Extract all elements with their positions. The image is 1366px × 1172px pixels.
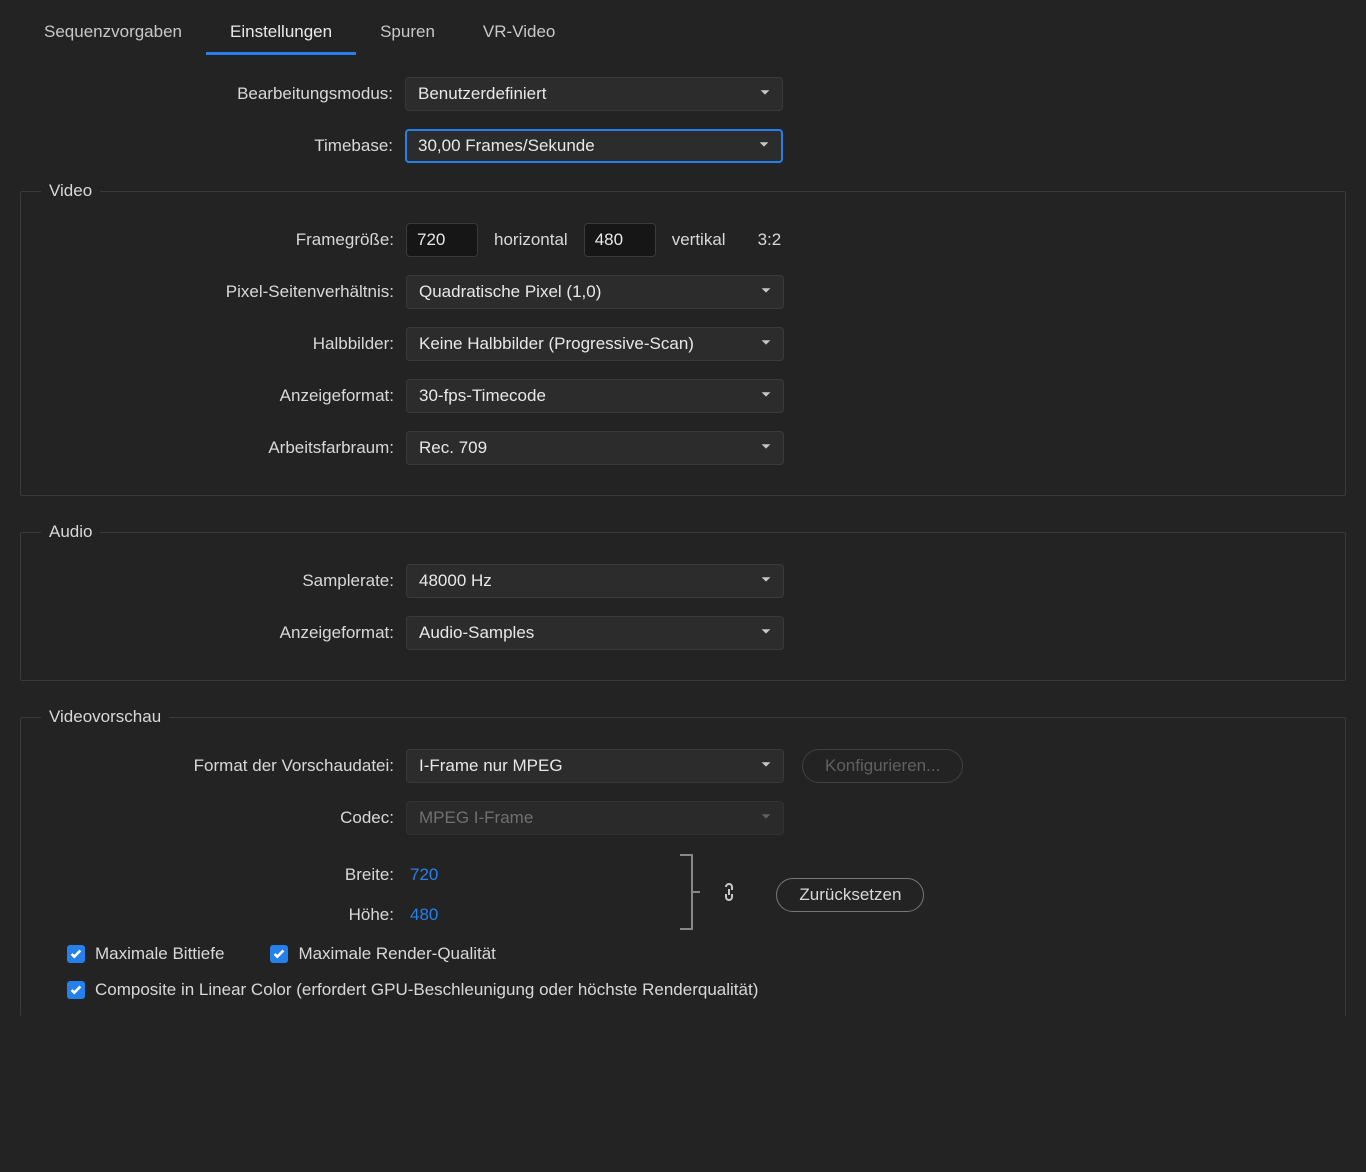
- preview-height-value[interactable]: 480: [410, 905, 438, 925]
- frame-height-input[interactable]: [584, 223, 656, 257]
- video-display-select[interactable]: 30-fps-Timecode: [406, 379, 784, 413]
- timebase-label: Timebase:: [20, 136, 405, 156]
- colorspace-value: Rec. 709: [419, 438, 487, 458]
- horizontal-text: horizontal: [494, 230, 568, 250]
- tab-bar: Sequenzvorgaben Einstellungen Spuren VR-…: [20, 12, 1346, 55]
- audio-legend: Audio: [41, 522, 100, 542]
- chevron-down-icon: [759, 571, 773, 591]
- bitdepth-label: Maximale Bittiefe: [95, 944, 224, 964]
- tab-einstellungen[interactable]: Einstellungen: [206, 12, 356, 55]
- timebase-value: 30,00 Frames/Sekunde: [418, 136, 595, 156]
- framesize-label: Framegröße:: [21, 230, 406, 250]
- video-legend: Video: [41, 181, 100, 201]
- fields-value: Keine Halbbilder (Progressive-Scan): [419, 334, 694, 354]
- editing-mode-select[interactable]: Benutzerdefiniert: [405, 77, 783, 111]
- colorspace-select[interactable]: Rec. 709: [406, 431, 784, 465]
- tab-vr-video[interactable]: VR-Video: [459, 12, 579, 55]
- timebase-select[interactable]: 30,00 Frames/Sekunde: [405, 129, 783, 163]
- preview-format-label: Format der Vorschaudatei:: [21, 756, 406, 776]
- preview-format-value: I-Frame nur MPEG: [419, 756, 563, 776]
- chevron-down-icon: [759, 334, 773, 354]
- bitdepth-checkbox[interactable]: [67, 945, 85, 963]
- chevron-down-icon: [759, 756, 773, 776]
- tab-spuren[interactable]: Spuren: [356, 12, 459, 55]
- renderq-label: Maximale Render-Qualität: [298, 944, 495, 964]
- chevron-down-icon: [759, 623, 773, 643]
- reset-button[interactable]: Zurücksetzen: [776, 878, 924, 912]
- video-display-value: 30-fps-Timecode: [419, 386, 546, 406]
- preview-legend: Videovorschau: [41, 707, 169, 727]
- chevron-down-icon: [758, 84, 772, 104]
- preview-group: Videovorschau Format der Vorschaudatei: …: [20, 707, 1346, 1016]
- preview-width-label: Breite:: [21, 865, 406, 885]
- vertical-text: vertikal: [672, 230, 726, 250]
- bracket-icon: [678, 853, 702, 936]
- linear-label: Composite in Linear Color (erfordert GPU…: [95, 980, 758, 1000]
- audio-display-value: Audio-Samples: [419, 623, 534, 643]
- codec-select: MPEG I-Frame: [406, 801, 784, 835]
- fields-select[interactable]: Keine Halbbilder (Progressive-Scan): [406, 327, 784, 361]
- configure-button: Konfigurieren...: [802, 749, 963, 783]
- audio-group: Audio Samplerate: 48000 Hz Anzeigeformat…: [20, 522, 1346, 681]
- audio-display-label: Anzeigeformat:: [21, 623, 406, 643]
- renderq-checkbox[interactable]: [270, 945, 288, 963]
- tab-sequenzvorgaben[interactable]: Sequenzvorgaben: [20, 12, 206, 55]
- preview-width-value[interactable]: 720: [410, 865, 438, 885]
- samplerate-value: 48000 Hz: [419, 571, 492, 591]
- link-icon[interactable]: [722, 881, 736, 908]
- par-label: Pixel-Seitenverhältnis:: [21, 282, 406, 302]
- chevron-down-icon: [757, 136, 771, 156]
- linear-checkbox[interactable]: [67, 981, 85, 999]
- video-group: Video Framegröße: horizontal vertikal 3:…: [20, 181, 1346, 496]
- editing-mode-value: Benutzerdefiniert: [418, 84, 547, 104]
- preview-height-label: Höhe:: [21, 905, 406, 925]
- codec-value: MPEG I-Frame: [419, 808, 533, 828]
- samplerate-select[interactable]: 48000 Hz: [406, 564, 784, 598]
- par-select[interactable]: Quadratische Pixel (1,0): [406, 275, 784, 309]
- par-value: Quadratische Pixel (1,0): [419, 282, 601, 302]
- aspect-text: 3:2: [758, 230, 782, 250]
- colorspace-label: Arbeitsfarbraum:: [21, 438, 406, 458]
- fields-label: Halbbilder:: [21, 334, 406, 354]
- codec-label: Codec:: [21, 808, 406, 828]
- editing-mode-label: Bearbeitungsmodus:: [20, 84, 405, 104]
- preview-format-select[interactable]: I-Frame nur MPEG: [406, 749, 784, 783]
- samplerate-label: Samplerate:: [21, 571, 406, 591]
- chevron-down-icon: [759, 386, 773, 406]
- chevron-down-icon: [759, 282, 773, 302]
- audio-display-select[interactable]: Audio-Samples: [406, 616, 784, 650]
- video-display-label: Anzeigeformat:: [21, 386, 406, 406]
- frame-width-input[interactable]: [406, 223, 478, 257]
- chevron-down-icon: [759, 808, 773, 828]
- chevron-down-icon: [759, 438, 773, 458]
